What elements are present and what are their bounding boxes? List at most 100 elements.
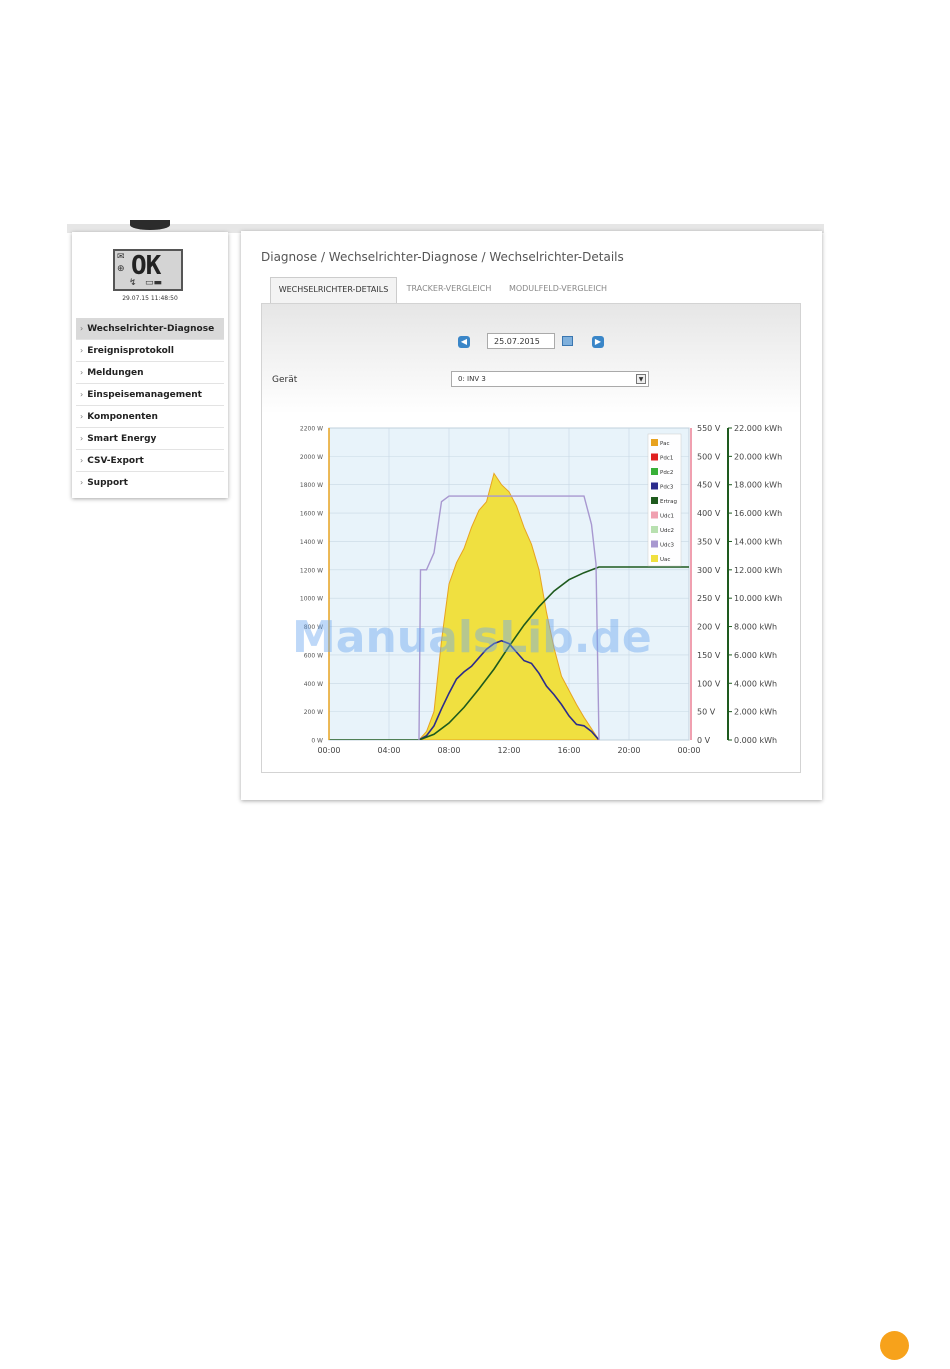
y-tick-label-kwh: 0.000 kWh xyxy=(734,736,777,745)
y-tick-label-kwh: 16.000 kWh xyxy=(734,509,782,518)
legend-swatch-udc1 xyxy=(651,511,658,519)
sidebar-item-ereignisprotokoll[interactable]: › Ereignisprotokoll xyxy=(76,340,224,362)
y-tick-label-watt: 0 W xyxy=(311,738,323,745)
arrow-left-icon: ◀ xyxy=(460,337,468,346)
y-tick-label-kwh: 4.000 kWh xyxy=(734,679,777,688)
x-tick-label: 00:00 xyxy=(317,746,340,755)
chevron-right-icon: › xyxy=(80,434,84,443)
page-indicator-dot xyxy=(880,1331,909,1360)
globe-icon: ⊕ xyxy=(117,264,125,274)
legend-label-pdc1: Pdc1 xyxy=(660,456,673,462)
dropdown-arrow-icon[interactable]: ▼ xyxy=(636,374,646,384)
breadcrumb: Diagnose / Wechselrichter-Diagnose / Wec… xyxy=(261,250,624,264)
sidebar-item-einspeisemanagement[interactable]: › Einspeisemanagement xyxy=(76,384,224,406)
sidebar-menu: › Wechselrichter-Diagnose › Ereignisprotok… xyxy=(76,318,224,494)
next-day-button[interactable]: ▶ xyxy=(592,336,604,348)
legend-label-udc2: Udc2 xyxy=(660,528,674,534)
inverter-status-display: ✉ ⊕ ↯ OK ▭▬ xyxy=(113,249,183,291)
legend-label-pdc3: Pdc3 xyxy=(660,485,674,491)
y-tick-label-volt: 250 V xyxy=(697,594,721,603)
y-tick-label-kwh: 18.000 kWh xyxy=(734,481,782,490)
sidebar-item-support[interactable]: › Support xyxy=(76,472,224,494)
y-tick-label-kwh: 2.000 kWh xyxy=(734,708,777,717)
legend-swatch-udc3 xyxy=(651,540,658,548)
chevron-right-icon: › xyxy=(80,478,84,487)
diagnosis-chart: 0 W 0 V 0.000 kWh 200 W 50 V 2.000 kWh 400 W 10… xyxy=(292,424,782,755)
tab-modulfeld-vergleich[interactable]: MODULFELD-VERGLEICH xyxy=(506,277,610,303)
legend-label-ertrag: Ertrag xyxy=(660,499,677,505)
chevron-right-icon: › xyxy=(80,412,84,421)
chevron-right-icon: › xyxy=(80,390,84,399)
y-tick-label-watt: 2000 W xyxy=(300,454,323,461)
legend-swatch-uac xyxy=(651,555,658,562)
legend-swatch-pac xyxy=(651,439,658,446)
y-tick-label-watt: 400 W xyxy=(304,681,323,688)
device-select[interactable]: 0: INV 3 ▼ xyxy=(451,371,649,387)
legend-swatch-pdc2 xyxy=(651,468,658,475)
x-tick-label: 04:00 xyxy=(377,746,400,755)
y-tick-label-volt: 150 V xyxy=(697,651,721,660)
date-input[interactable]: 25.07.2015 xyxy=(487,333,555,349)
tab-tracker-vergleich[interactable]: TRACKER-VERGLEICH xyxy=(402,277,496,303)
x-tick-label: 00:00 xyxy=(677,746,700,755)
sidebar-item-meldungen[interactable]: › Meldungen xyxy=(76,362,224,384)
legend-label-uac: Uac xyxy=(660,557,670,563)
sidebar-item-smart-energy[interactable]: › Smart Energy xyxy=(76,428,224,450)
decorative-arc xyxy=(130,220,170,230)
y-tick-label-volt: 50 V xyxy=(697,708,716,717)
chevron-right-icon: › xyxy=(80,346,84,355)
y-tick-label-volt: 400 V xyxy=(697,509,721,518)
y-tick-label-volt: 100 V xyxy=(697,679,721,688)
chevron-right-icon: › xyxy=(80,456,84,465)
tab-wechselrichter-details[interactable]: WECHSELRICHTER-DETAILS xyxy=(270,277,397,303)
device-label: Gerät xyxy=(272,375,298,385)
x-tick-label: 20:00 xyxy=(617,746,640,755)
details-content: ◀ 25.07.2015 ▶ Gerät 0: INV 3 ▼ 0 W 0 V 0.… xyxy=(261,303,801,773)
sidebar-item-komponenten[interactable]: › Komponenten xyxy=(76,406,224,428)
chevron-right-icon: › xyxy=(80,368,84,377)
y-tick-label-volt: 350 V xyxy=(697,537,721,546)
envelope-icon: ✉ xyxy=(117,252,125,262)
y-tick-label-volt: 500 V xyxy=(697,452,721,461)
y-tick-label-kwh: 20.000 kWh xyxy=(734,452,782,461)
chart-legend: Pac Pdc1 Pdc2 Pdc3 Ertrag Udc1 Udc2 Udc3 Uac xyxy=(647,433,682,567)
calendar-icon[interactable] xyxy=(562,336,573,346)
y-tick-label-volt: 200 V xyxy=(697,623,721,632)
y-tick-label-watt: 200 W xyxy=(304,709,323,716)
y-tick-label-kwh: 8.000 kWh xyxy=(734,623,777,632)
y-tick-label-watt: 1800 W xyxy=(300,482,323,489)
x-tick-label: 16:00 xyxy=(557,746,580,755)
y-tick-label-volt: 300 V xyxy=(697,566,721,575)
battery-icon: ▭▬ xyxy=(145,278,163,288)
legend-label-pdc2: Pdc2 xyxy=(660,470,673,476)
lcd-status-text: OK xyxy=(131,251,161,281)
legend-swatch-ertrag xyxy=(651,497,658,504)
legend-label-pac: Pac xyxy=(660,441,669,447)
main-panel: Diagnose / Wechselrichter-Diagnose / Wec… xyxy=(241,231,822,800)
watermark: ManualsLib.de xyxy=(292,612,652,663)
sidebar-item-wechselrichter-diagnose[interactable]: › Wechselrichter-Diagnose xyxy=(76,318,224,340)
legend-swatch-pdc3 xyxy=(651,482,658,490)
arrow-right-icon: ▶ xyxy=(594,337,602,346)
y-tick-label-volt: 550 V xyxy=(697,424,721,433)
y-tick-label-kwh: 14.000 kWh xyxy=(734,537,782,546)
y-tick-label-watt: 1600 W xyxy=(300,511,323,518)
y-tick-label-watt: 1400 W xyxy=(300,539,323,546)
previous-day-button[interactable]: ◀ xyxy=(458,336,470,348)
y-tick-label-kwh: 12.000 kWh xyxy=(734,566,782,575)
x-tick-label: 08:00 xyxy=(437,746,460,755)
legend-label-udc3: Udc3 xyxy=(660,543,675,549)
sidebar: ✉ ⊕ ↯ OK ▭▬ 29.07.15 11:48:50 › Wechselri… xyxy=(72,232,228,498)
lcd-datetime: 29.07.15 11:48:50 xyxy=(122,295,178,302)
legend-swatch-udc2 xyxy=(651,526,658,533)
y-tick-label-volt: 450 V xyxy=(697,481,721,490)
x-tick-label: 12:00 xyxy=(497,746,520,755)
chevron-right-icon: › xyxy=(80,324,84,333)
y-tick-label-watt: 2200 W xyxy=(300,426,323,433)
legend-label-udc1: Udc1 xyxy=(660,514,674,520)
y-tick-label-volt: 0 V xyxy=(697,736,711,745)
sidebar-item-csv-export[interactable]: › CSV-Export xyxy=(76,450,224,472)
y-tick-label-watt: 1000 W xyxy=(300,596,323,603)
legend-swatch-pdc1 xyxy=(651,453,658,461)
y-tick-label-kwh: 22.000 kWh xyxy=(734,424,782,433)
